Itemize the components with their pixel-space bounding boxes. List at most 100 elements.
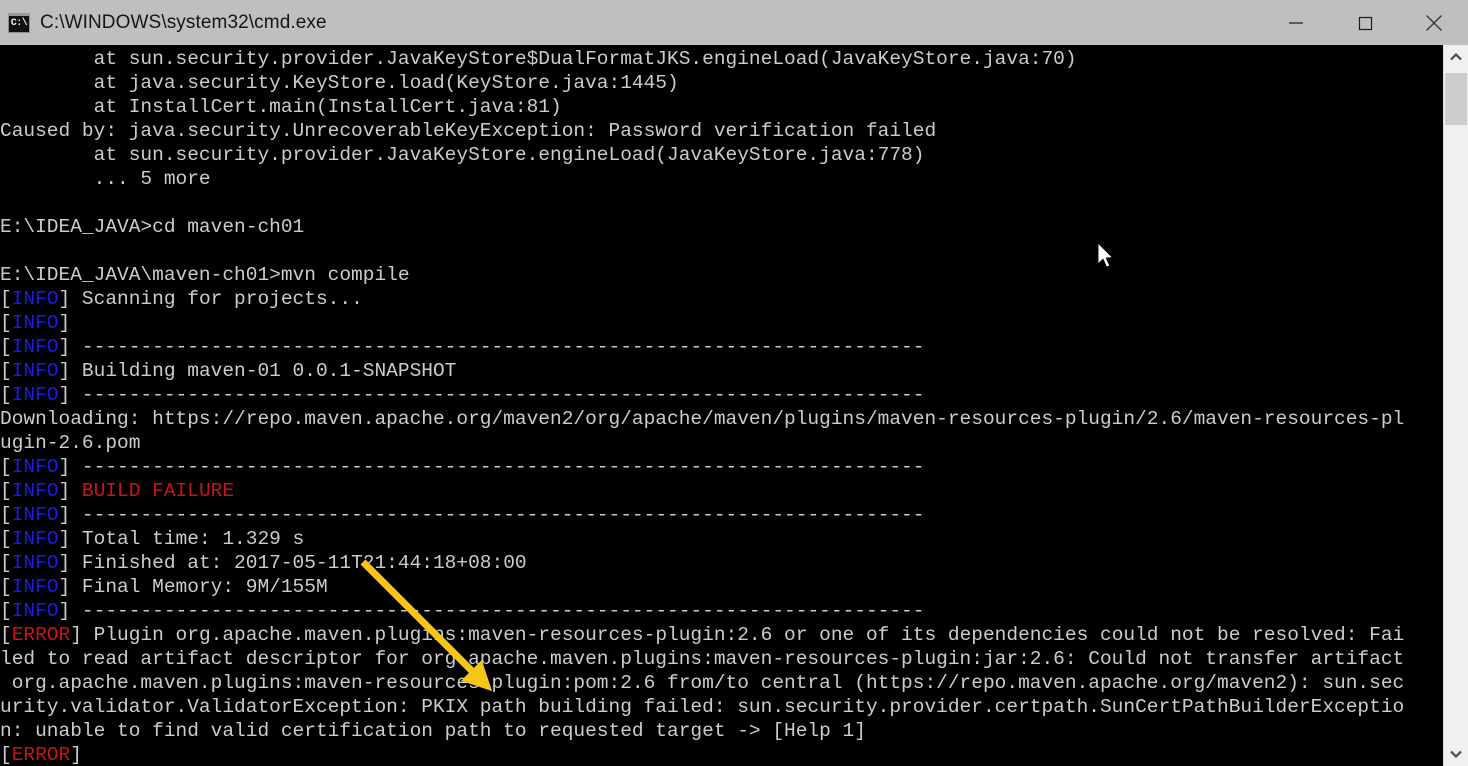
chevron-down-icon	[1450, 750, 1462, 759]
console-line: E:\IDEA_JAVA\maven-ch01>mvn compile	[0, 263, 1443, 287]
console-text: [	[0, 384, 12, 406]
window-controls	[1261, 0, 1468, 45]
console-text: INFO	[11, 384, 59, 406]
console-text: ] Finished at: 2017-05-11T21:44:18+08:00	[58, 552, 527, 574]
console-line: [INFO] BUILD FAILURE	[0, 479, 1443, 503]
console-text: INFO	[11, 552, 59, 574]
cmd-icon: C:\	[8, 12, 30, 33]
minimize-button[interactable]	[1261, 0, 1330, 45]
cmd-window: C:\ C:\WINDOWS\system32\cmd.exe at sun.s…	[0, 0, 1468, 766]
scrollbar-thumb[interactable]	[1445, 73, 1467, 125]
console-text: [	[0, 576, 12, 598]
console-text: Caused by: java.security.UnrecoverableKe…	[0, 120, 937, 142]
console-text: [	[0, 552, 12, 574]
console-line: [INFO] Total time: 1.329 s	[0, 527, 1443, 551]
console-text: ERROR	[11, 624, 71, 646]
console-line: at sun.security.provider.JavaKeyStore.en…	[0, 143, 1443, 167]
console-line: [INFO] ---------------------------------…	[0, 503, 1443, 527]
console-text: [	[0, 456, 12, 478]
console-text: [	[0, 600, 12, 622]
console-text: ERROR	[11, 744, 71, 766]
console-text: INFO	[11, 336, 59, 358]
console-text: led to read artifact descriptor for org.…	[0, 648, 1405, 670]
console-text: ]	[70, 744, 94, 766]
console-text: ... 5 more	[0, 168, 211, 190]
console-line: [INFO] ---------------------------------…	[0, 455, 1443, 479]
console-line: n: unable to find valid certification pa…	[0, 719, 1443, 743]
console-line: at java.security.KeyStore.load(KeyStore.…	[0, 71, 1443, 95]
console-line: Downloading: https://repo.maven.apache.o…	[0, 407, 1443, 431]
console-text: at sun.security.provider.JavaKeyStore.en…	[0, 144, 925, 166]
close-button[interactable]	[1399, 0, 1468, 45]
console-line: at InstallCert.main(InstallCert.java:81)	[0, 95, 1443, 119]
title-bar[interactable]: C:\ C:\WINDOWS\system32\cmd.exe	[0, 0, 1468, 45]
console-text: INFO	[11, 456, 59, 478]
console-text: ugin-2.6.pom	[0, 432, 141, 454]
scrollbar-up-button[interactable]	[1444, 45, 1468, 69]
cmd-icon-label: C:\	[10, 17, 28, 29]
scrollbar[interactable]	[1443, 45, 1468, 766]
console-text: E:\IDEA_JAVA\maven-ch01>mvn compile	[0, 264, 410, 286]
console-text: ] --------------------------------------…	[58, 456, 925, 478]
console-text: at InstallCert.main(InstallCert.java:81)	[0, 96, 562, 118]
console-line: urity.validator.ValidatorException: PKIX…	[0, 695, 1443, 719]
console-text: [	[0, 288, 12, 310]
console-text: [	[0, 336, 12, 358]
console-text: ] --------------------------------------…	[58, 336, 925, 358]
console-text: ]	[58, 480, 82, 502]
title-bar-left: C:\ C:\WINDOWS\system32\cmd.exe	[0, 0, 1261, 45]
close-icon	[1425, 14, 1442, 31]
console-text: [	[0, 360, 12, 382]
console-line: [INFO] Final Memory: 9M/155M	[0, 575, 1443, 599]
console-text: ] Final Memory: 9M/155M	[58, 576, 328, 598]
scrollbar-track[interactable]	[1444, 69, 1468, 742]
scrollbar-down-button[interactable]	[1444, 742, 1468, 766]
console-line: [INFO] ---------------------------------…	[0, 383, 1443, 407]
minimize-icon	[1288, 21, 1303, 24]
console-text: INFO	[11, 576, 59, 598]
console-text: INFO	[11, 312, 59, 334]
console-text: ] Plugin org.apache.maven.plugins:maven-…	[70, 624, 1405, 646]
console-text: org.apache.maven.plugins:maven-resources…	[0, 672, 1405, 694]
console-text: [	[0, 528, 12, 550]
console-text: INFO	[11, 288, 59, 310]
console-text: Downloading: https://repo.maven.apache.o…	[0, 408, 1405, 430]
console-text: [	[0, 312, 12, 334]
console-text: BUILD FAILURE	[81, 480, 235, 502]
console-text: at sun.security.provider.JavaKeyStore$Du…	[0, 48, 1077, 70]
console-text: E:\IDEA_JAVA>cd maven-ch01	[0, 216, 305, 238]
console-text: INFO	[11, 360, 59, 382]
console-line: org.apache.maven.plugins:maven-resources…	[0, 671, 1443, 695]
maximize-icon	[1358, 16, 1372, 30]
console-line: E:\IDEA_JAVA>cd maven-ch01	[0, 215, 1443, 239]
console-line: [INFO] ---------------------------------…	[0, 335, 1443, 359]
console-line: [INFO] Finished at: 2017-05-11T21:44:18+…	[0, 551, 1443, 575]
console-output[interactable]: at sun.security.provider.JavaKeyStore$Du…	[0, 45, 1443, 766]
console-text: ] --------------------------------------…	[58, 600, 925, 622]
console-line: Caused by: java.security.UnrecoverableKe…	[0, 119, 1443, 143]
console-text: [	[0, 504, 12, 526]
console-line: [INFO] Building maven-01 0.0.1-SNAPSHOT	[0, 359, 1443, 383]
window-title: C:\WINDOWS\system32\cmd.exe	[40, 11, 327, 33]
console-text: ] Scanning for projects...	[58, 288, 363, 310]
console-text: ] Building maven-01 0.0.1-SNAPSHOT	[58, 360, 457, 382]
console-line: ... 5 more	[0, 167, 1443, 191]
console-text: [	[0, 480, 12, 502]
maximize-button[interactable]	[1330, 0, 1399, 45]
console-text: INFO	[11, 480, 59, 502]
console-text: at java.security.KeyStore.load(KeyStore.…	[0, 72, 679, 94]
console-line: [ERROR] Plugin org.apache.maven.plugins:…	[0, 623, 1443, 647]
console-line: [INFO] ---------------------------------…	[0, 599, 1443, 623]
console-text: n: unable to find valid certification pa…	[0, 720, 866, 742]
console-text: ] --------------------------------------…	[58, 384, 925, 406]
console-line: led to read artifact descriptor for org.…	[0, 647, 1443, 671]
console-text: INFO	[11, 600, 59, 622]
console-line: [INFO]	[0, 311, 1443, 335]
console-line: [ERROR]	[0, 743, 1443, 766]
chevron-up-icon	[1450, 52, 1462, 61]
console-text: [	[0, 744, 12, 766]
console-line: [INFO] Scanning for projects...	[0, 287, 1443, 311]
console-text: [	[0, 624, 12, 646]
console-text: ]	[58, 312, 82, 334]
